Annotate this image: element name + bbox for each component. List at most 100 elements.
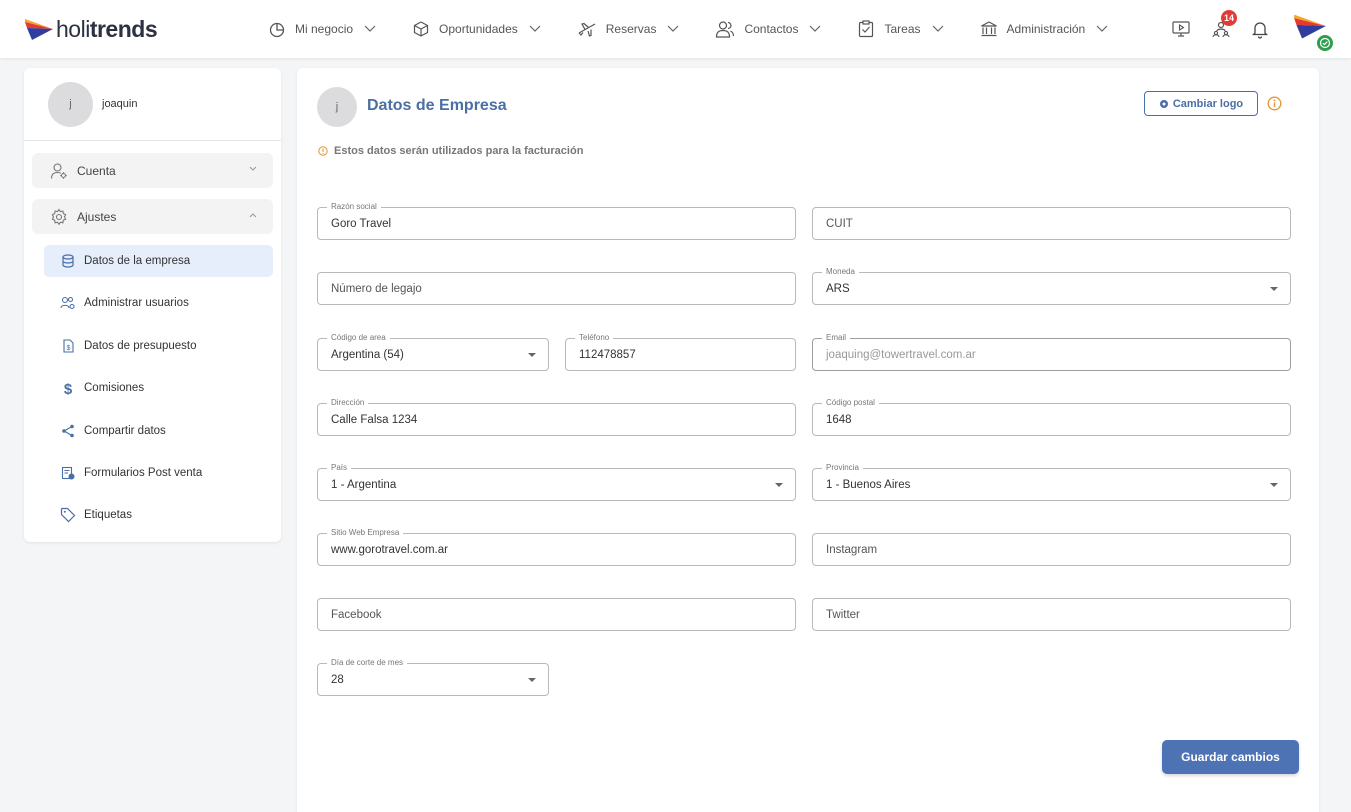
user-name: joaquin [102,98,138,110]
nav-reservas[interactable]: Reservas [577,20,680,38]
sidebar-item-administrar-usuarios[interactable]: Administrar usuarios [44,287,273,319]
pais-select[interactable]: País 1 - Argentina [317,463,796,501]
dia-corte-select[interactable]: Día de corte de mes 28 [317,658,549,696]
section-ajustes[interactable]: Ajustes [32,199,273,234]
codigo-postal-field[interactable]: Código postal 1648 [812,398,1291,436]
top-navbar: holitrends Mi negocio Oportunidades Rese… [0,0,1351,58]
airplane-icon [578,22,596,37]
field-label: Email [822,333,851,343]
nav-label: Tareas [884,22,921,36]
form-icon [61,466,75,480]
field-placeholder: Instagram [826,544,878,556]
chevron-down-icon [932,25,943,32]
sidebar-item-label: Comisiones [84,382,145,394]
database-icon [62,254,74,268]
field-label: Código postal [822,398,879,408]
pie-chart-icon [269,22,285,38]
logo-text-light: holi [56,15,90,42]
twitter-field[interactable]: Twitter [812,598,1291,631]
nav-mi-negocio[interactable]: Mi negocio [268,20,376,38]
chevron-down-icon [810,25,821,32]
field-value: www.gorotravel.com.ar [331,544,448,556]
field-label: Provincia [822,463,863,473]
info-icon[interactable] [1267,96,1282,111]
nav-label: Administración [1006,22,1086,36]
sidebar-item-etiquetas[interactable]: Etiquetas [44,499,273,531]
chevron-down-icon [364,25,376,32]
section-label: Ajustes [77,209,117,224]
nav-tareas[interactable]: Tareas [857,20,943,38]
provincia-select[interactable]: Provincia 1 - Buenos Aires [812,463,1291,501]
holitrends-logo[interactable]: holitrends [24,14,158,44]
dropdown-arrow-icon [1270,287,1278,291]
field-label: Código de area [327,333,390,343]
chevron-up-icon [249,213,257,218]
team-notifications-button[interactable]: 14 [1211,10,1238,39]
svg-text:$: $ [67,345,71,352]
bell-button[interactable] [1251,19,1269,39]
dropdown-arrow-icon [1270,483,1278,487]
field-value: Calle Falsa 1234 [331,414,418,426]
users-icon [716,21,735,38]
notification-count-badge: 14 [1221,10,1238,26]
facebook-field[interactable]: Facebook [317,598,796,631]
field-label: País [327,463,352,473]
nav-label: Oportunidades [439,22,518,36]
codigo-area-select[interactable]: Código de area Argentina (54) [317,333,549,371]
page-title: Datos de Empresa [367,97,507,114]
razon-social-field[interactable]: Razón social Goro Travel [317,202,796,240]
field-value: 1 - Argentina [331,479,397,491]
dropdown-arrow-icon [775,483,783,487]
sitio-web-field[interactable]: Sitio Web Empresa www.gorotravel.com.ar [317,528,796,566]
moneda-select[interactable]: Moneda ARS [812,267,1291,305]
billing-note: Estos datos serán utilizados para la fac… [318,145,583,157]
dropdown-arrow-icon [528,678,536,682]
logo-text: holitrends [56,15,158,43]
direccion-field[interactable]: Dirección Calle Falsa 1234 [317,398,796,436]
section-cuenta[interactable]: Cuenta [32,153,273,188]
field-value: 28 [331,674,344,686]
chevron-down-icon [1096,25,1108,32]
telefono-field[interactable]: Teléfono 112478857 [565,333,796,371]
field-placeholder: Facebook [331,609,382,621]
sidebar-item-datos-presupuesto[interactable]: $ Datos de presupuesto [44,330,273,362]
chevron-down-icon [249,166,257,171]
cube-icon [413,21,429,37]
svg-text:$: $ [64,381,73,396]
sidebar-item-compartir-datos[interactable]: Compartir datos [44,415,273,447]
field-value: Goro Travel [331,218,392,230]
field-value: 1648 [826,414,852,426]
field-label: Dirección [327,398,369,408]
change-logo-label: Cambiar logo [1172,97,1244,110]
field-placeholder: CUIT [826,218,853,230]
sidebar-item-label: Compartir datos [84,425,166,437]
save-changes-button[interactable]: Guardar cambios [1162,740,1299,774]
nav-label: Reservas [605,22,657,36]
sidebar-item-comisiones[interactable]: $ Comisiones [44,372,273,404]
numero-legajo-field[interactable]: Número de legajo [317,272,796,305]
dollar-icon: $ [64,381,73,396]
logo-text-bold: trends [89,15,158,42]
users-gear-icon [60,296,75,310]
header-actions: 14 [1151,10,1335,53]
change-logo-button[interactable]: Cambiar logo [1144,91,1258,116]
main-nav: Mi negocio Oportunidades Reservas Contac… [268,0,1144,58]
monitor-play-button[interactable] [1171,19,1191,39]
field-value: ARS [826,283,850,295]
nav-contactos[interactable]: Contactos [715,20,821,38]
field-value: Argentina (54) [331,349,404,361]
sidebar-item-datos-empresa[interactable]: Datos de la empresa [44,245,273,277]
field-value: joaquing@towertravel.com.ar [826,349,976,361]
sidebar-item-formularios-post-venta[interactable]: Formularios Post venta [44,457,273,489]
instagram-field[interactable]: Instagram [812,533,1291,566]
field-label: Sitio Web Empresa [327,528,404,538]
sidebar-item-label: Formularios Post venta [84,467,203,479]
nav-oportunidades[interactable]: Oportunidades [412,20,541,38]
email-field[interactable]: Email joaquing@towertravel.com.ar [812,333,1291,371]
sidebar-item-label: Datos de presupuesto [84,340,197,352]
nav-administracion[interactable]: Administración [980,20,1109,38]
billing-note-text: Estos datos serán utilizados para la fac… [334,145,584,157]
cuit-field[interactable]: CUIT [812,207,1291,240]
dropdown-arrow-icon [528,353,536,357]
account-avatar[interactable] [1293,11,1335,53]
